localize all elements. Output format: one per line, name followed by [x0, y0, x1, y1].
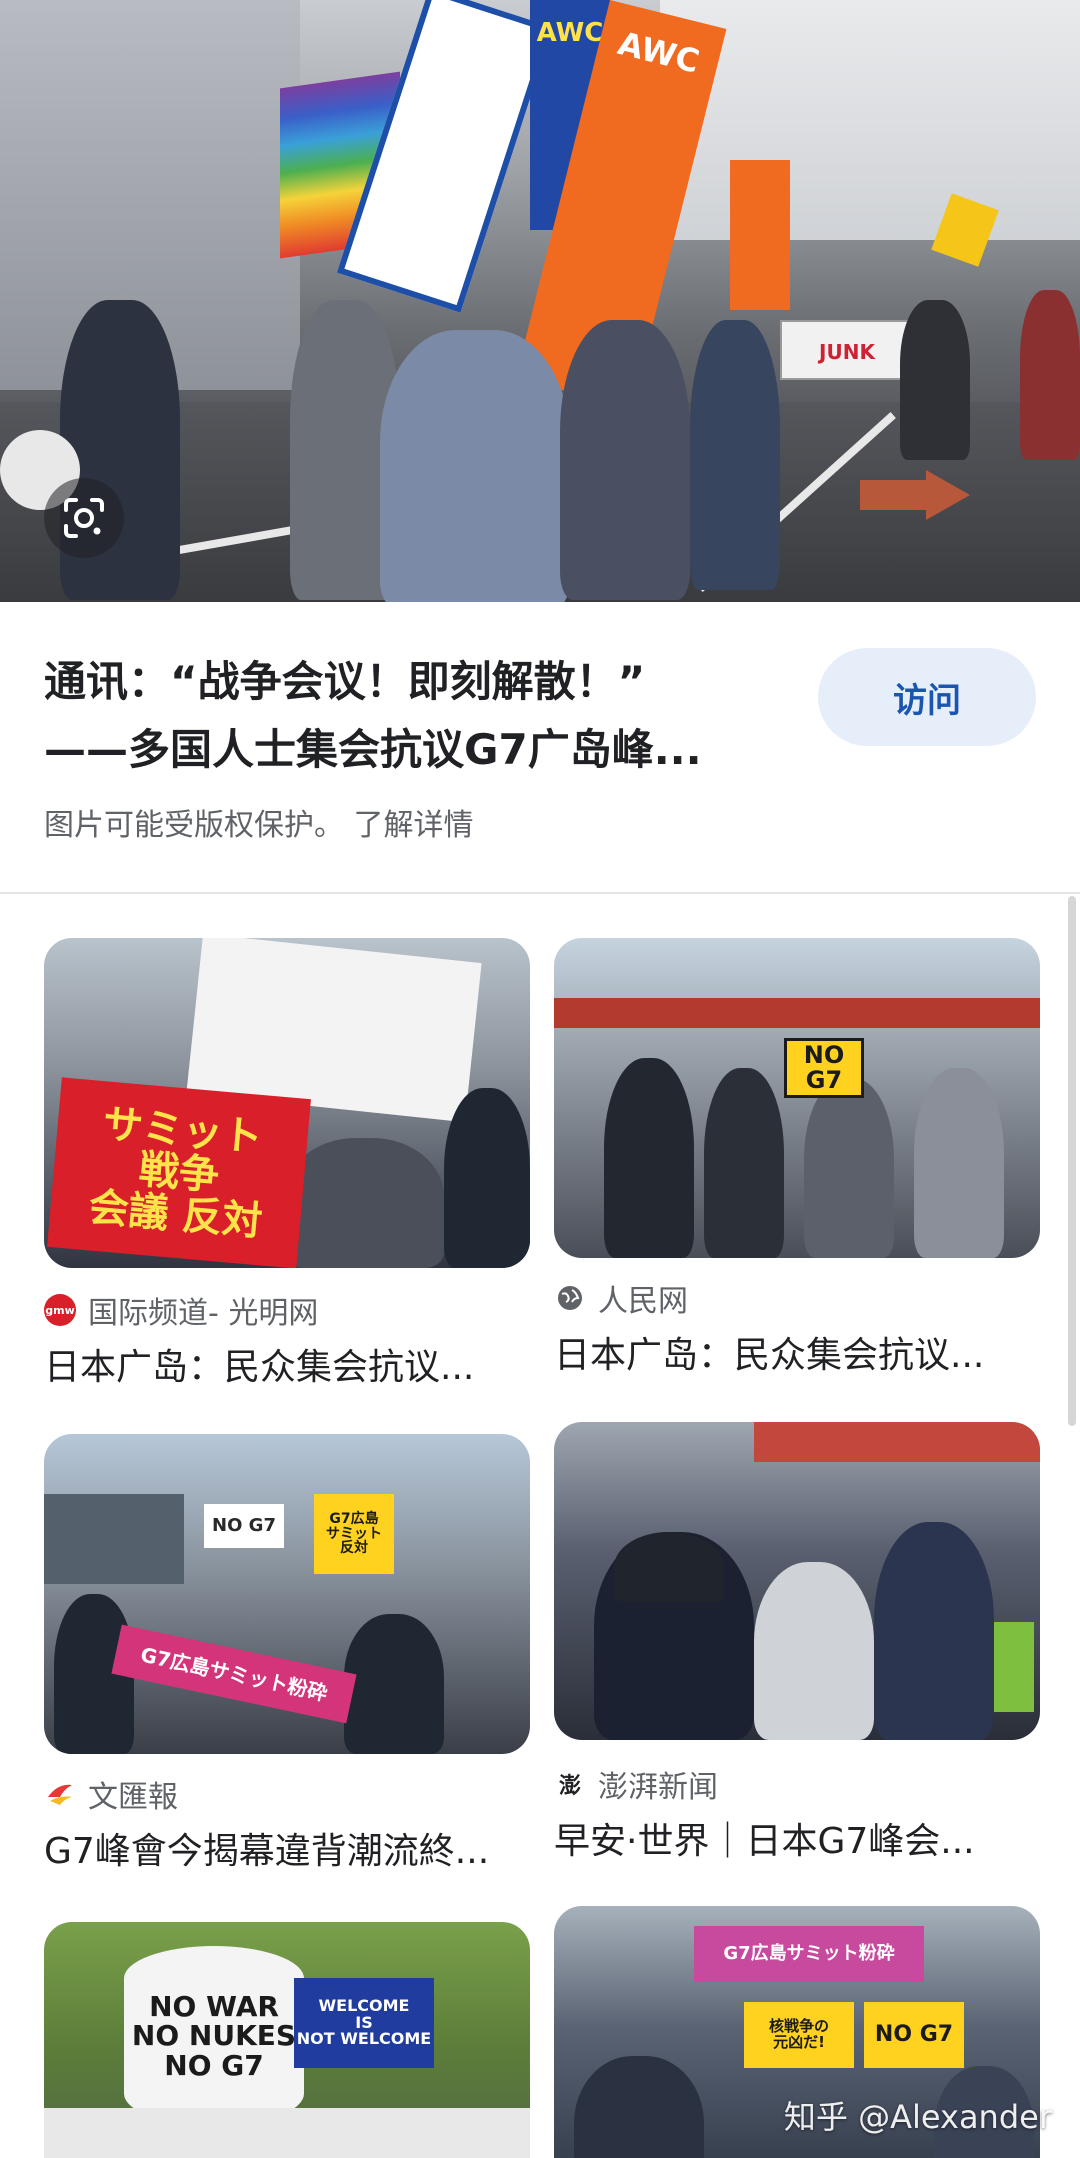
thepaper-icon: 澎 — [554, 1768, 586, 1800]
related-image-card[interactable]: NO WAR NO NUKES NO G7 WELCOME IS NOT WEL… — [44, 1922, 530, 2158]
flag-text: AWC — [614, 24, 704, 81]
bus — [44, 1494, 184, 1584]
person — [804, 1078, 894, 1258]
image-source: 澎 澎湃新闻 — [554, 1762, 718, 1806]
image-caption: 早安·世界｜日本G7峰会... — [554, 1821, 975, 1862]
visit-button[interactable]: 访问 — [818, 648, 1036, 746]
person — [380, 330, 570, 602]
protest-sign: NO G7 — [784, 1038, 864, 1098]
protest-sign: NO G7 — [204, 1504, 284, 1548]
related-image[interactable]: NO G7 — [554, 938, 1040, 1258]
google-lens-icon — [64, 498, 104, 538]
source-name: 人民网 — [598, 1284, 688, 1319]
protest-sign: WELCOME IS NOT WELCOME — [294, 1978, 434, 2068]
person — [560, 320, 690, 600]
image-source: 文匯報 — [44, 1772, 178, 1816]
learn-more-link[interactable]: 了解详情 — [354, 808, 474, 843]
protest-sign: NO G7 — [864, 2002, 964, 2068]
person — [284, 1138, 444, 1268]
image-caption: G7峰會今揭幕違背潮流終... — [44, 1831, 490, 1872]
gmw-icon: gmw — [44, 1294, 76, 1326]
building-band — [554, 998, 1040, 1028]
hero-image[interactable]: AWC AWC JUNK — [0, 0, 1080, 602]
person — [1020, 290, 1080, 460]
white-sign: JUNK — [780, 320, 910, 380]
related-image[interactable]: NO G7 G7広島 サミット 反対 G7広島サミット粉砕 — [44, 1434, 530, 1754]
person — [604, 1058, 694, 1258]
source-name: 文匯報 — [88, 1780, 178, 1815]
person — [704, 1068, 784, 1258]
related-image[interactable]: サミット 戦争 会議 反対 — [44, 938, 530, 1268]
person — [754, 1562, 874, 1740]
protest-sign: サミット 戦争 会議 反対 — [47, 1077, 311, 1268]
person — [344, 1614, 444, 1754]
helmet — [614, 1532, 724, 1602]
google-lens-button[interactable] — [44, 478, 124, 558]
orange-banner-small — [730, 160, 790, 310]
scrollbar[interactable] — [1068, 896, 1076, 1426]
watermark: 知乎 @Alexander — [783, 2098, 1052, 2136]
person — [444, 1088, 530, 1268]
section-divider — [0, 892, 1080, 894]
image-caption: 日本广岛：民众集会抗议... — [44, 1347, 475, 1388]
image-source: 人民网 — [554, 1276, 688, 1320]
person — [690, 320, 780, 590]
source-name: 国际频道- 光明网 — [88, 1296, 319, 1331]
person — [914, 1068, 1004, 1258]
person — [900, 300, 970, 460]
related-image[interactable]: NO WAR NO NUKES NO G7 WELCOME IS NOT WEL… — [44, 1922, 530, 2158]
related-image-card[interactable]: サミット 戦争 会議 反対 gmw 国际频道- 光明网 日本广岛：民众集会抗议.… — [44, 938, 530, 1388]
related-image-card[interactable]: NO G7 G7広島 サミット 反対 G7広島サミット粉砕 文匯報 G7峰會今揭… — [44, 1434, 530, 1872]
person — [874, 1522, 994, 1740]
source-name: 澎湃新闻 — [598, 1770, 718, 1805]
image-source: gmw 国际频道- 光明网 — [44, 1288, 318, 1332]
banner-strip — [754, 1422, 1040, 1462]
related-image-card[interactable]: NO G7 人民网 日本广岛：民众集会抗议... — [554, 938, 1040, 1378]
result-title-line2: ——多国人士集会抗议G7广岛峰... — [44, 725, 702, 774]
related-image-card[interactable]: 澎 澎湃新闻 早安·世界｜日本G7峰会... — [554, 1422, 1040, 1862]
protest-sign: NO WAR NO NUKES NO G7 — [124, 1946, 304, 2126]
protest-sign: G7広島 サミット 反対 — [314, 1494, 394, 1574]
wenweipo-icon — [44, 1778, 76, 1810]
flag-text: JUNK — [819, 339, 875, 364]
protest-sign: 核戦争の 元凶だ! — [744, 2002, 854, 2068]
protest-banner: G7広島サミット粉砕 — [694, 1926, 924, 1982]
copyright-notice: 图片可能受版权保护。 了解详情 — [44, 800, 474, 844]
copyright-text: 图片可能受版权保护。 — [44, 808, 344, 843]
related-image[interactable] — [554, 1422, 1040, 1740]
result-title[interactable]: 通讯：“战争会议！即刻解散！” ——多国人士集会抗议G7广岛峰... — [44, 648, 804, 784]
protest-banner: G7広島サミット粉砕 — [111, 1624, 357, 1724]
banner — [44, 2108, 530, 2158]
image-caption: 日本广岛：民众集会抗议... — [554, 1335, 985, 1376]
person — [574, 2056, 704, 2158]
result-title-line1: 通讯：“战争会议！即刻解散！” — [44, 657, 646, 706]
vest — [994, 1622, 1034, 1712]
globe-icon — [554, 1282, 586, 1314]
